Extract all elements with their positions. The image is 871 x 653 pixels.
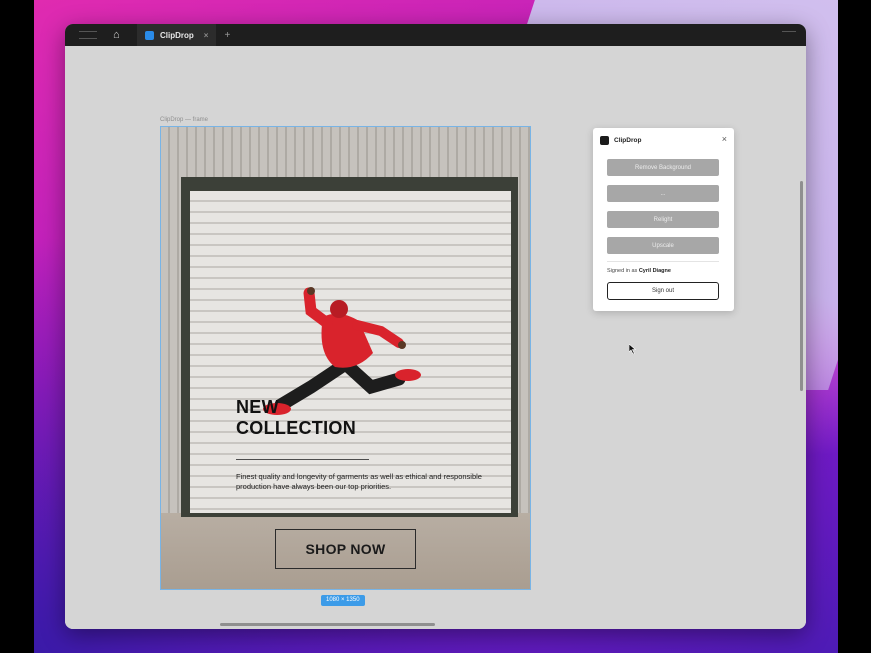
headline-line-2: COLLECTION — [236, 418, 356, 438]
home-icon[interactable]: ⌂ — [113, 29, 125, 41]
signed-in-prefix: Signed in as — [607, 268, 638, 274]
plugin-title: ClipDrop — [614, 136, 642, 144]
ad-artboard[interactable]: NEW COLLECTION Finest quality and longev… — [160, 126, 531, 590]
window-controls-icon[interactable] — [782, 31, 796, 39]
remove-background-button[interactable]: Remove Background — [607, 159, 719, 176]
plugin-divider — [607, 261, 719, 262]
sign-out-button[interactable]: Sign out — [607, 282, 719, 300]
title-bar: ⌂ ClipDrop × + — [65, 24, 806, 46]
size-badge: 1080 × 1350 — [321, 595, 365, 606]
ad-headline[interactable]: NEW COLLECTION — [236, 397, 456, 439]
ad-body-text[interactable]: Finest quality and longevity of garments… — [236, 472, 486, 491]
signed-in-user: Cyril Diagne — [638, 268, 671, 274]
add-tab-icon[interactable]: + — [224, 30, 230, 41]
app-window: ⌂ ClipDrop × + ClipDrop — frame NEW COLL… — [65, 24, 806, 629]
main-menu-icon[interactable] — [79, 31, 97, 39]
clipdrop-plugin-panel: ClipDrop × Remove Background ... Relight… — [593, 128, 734, 311]
horizontal-scrollbar[interactable] — [220, 623, 435, 626]
file-icon — [145, 30, 154, 40]
tab-close-icon[interactable]: × — [204, 31, 209, 40]
clipdrop-logo-icon — [600, 135, 609, 145]
frame-label[interactable]: ClipDrop — frame — [160, 117, 208, 123]
upscale-button[interactable]: Upscale — [607, 237, 719, 254]
signed-in-text: Signed in as Cyril Diagne — [607, 268, 671, 274]
tab-clipdrop[interactable]: ClipDrop × — [137, 24, 217, 46]
relight-button[interactable]: Relight — [607, 211, 719, 228]
ad-divider — [236, 459, 369, 460]
mouse-cursor-icon — [629, 344, 637, 354]
plugin-action-button[interactable]: ... — [607, 185, 719, 202]
headline-line-1: NEW — [236, 397, 279, 417]
plugin-header: ClipDrop × — [593, 128, 734, 152]
tab-label: ClipDrop — [160, 30, 194, 40]
vertical-scrollbar[interactable] — [800, 181, 803, 391]
design-canvas[interactable]: ClipDrop — frame NEW COLLECTION Finest q… — [65, 46, 806, 629]
shop-now-button[interactable]: SHOP NOW — [275, 529, 416, 569]
close-icon[interactable]: × — [722, 134, 727, 144]
